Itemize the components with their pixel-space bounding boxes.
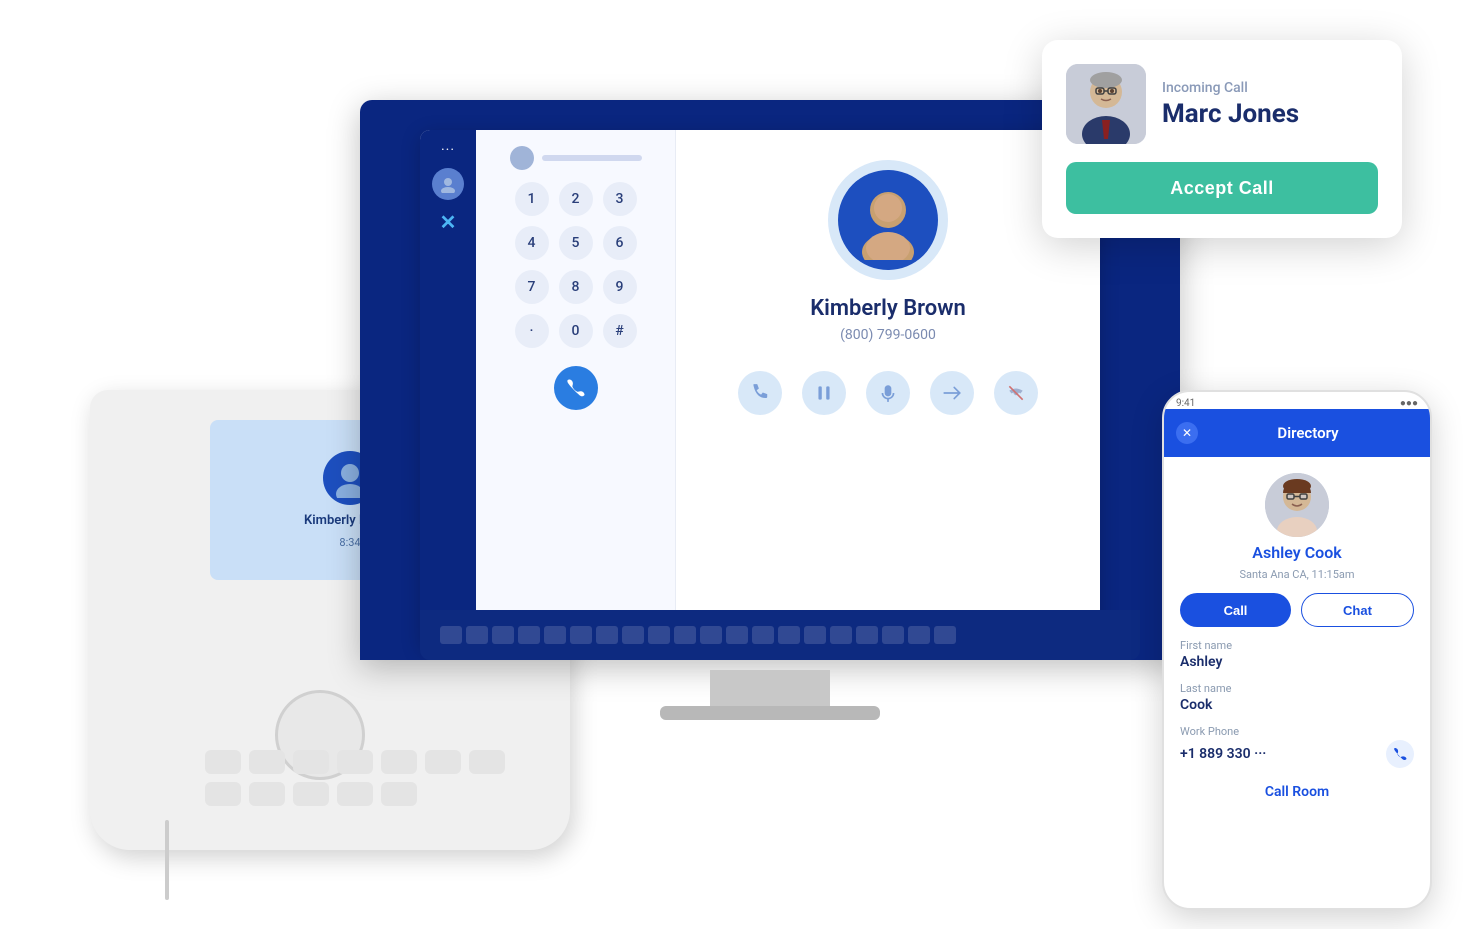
mobile-status-bar: 9:41 ●●● [1164,392,1430,409]
incoming-label: Incoming Call [1162,80,1299,96]
mute-icon[interactable] [866,371,910,415]
sidebar-logo: ✕ [440,210,457,234]
dial-key-2[interactable]: 2 [559,182,593,216]
last-name-value: Cook [1180,697,1414,713]
last-name-field: Last name Cook [1180,682,1414,713]
dial-key-8[interactable]: 8 [559,270,593,304]
call-action-icons [738,371,1038,415]
dial-key-3[interactable]: 3 [603,182,637,216]
accept-call-button[interactable]: Accept Call [1066,162,1378,214]
phone-cord [165,820,169,900]
dial-key-1[interactable]: 1 [515,182,549,216]
sidebar-avatar [432,168,464,200]
dial-call-button[interactable] [554,366,598,410]
work-phone-call-icon[interactable] [1386,740,1414,768]
phone-timer: 8:34 [339,536,360,549]
last-name-label: Last name [1180,682,1414,695]
mobile-app: 9:41 ●●● ✕ Directory [1162,390,1432,910]
sidebar-menu-dots[interactable]: ··· [441,142,455,158]
keyboard-row [440,626,956,644]
dial-key-hash[interactable]: # [603,314,637,348]
contact-avatar [838,170,938,270]
mobile-time: 9:41 [1176,398,1195,409]
popup-top: Incoming Call Marc Jones [1066,64,1378,144]
mobile-contact-avatar [1265,473,1329,537]
mobile-body: Ashley Cook Santa Ana CA, 11:15am Call C… [1164,457,1430,816]
contact-panel: Kimberly Brown (800) 799-0600 [676,130,1100,650]
dial-avatar [510,146,534,170]
phone-row: +1 889 330 ··· [1180,740,1414,768]
contact-name: Kimberly Brown [810,296,966,321]
dial-key-5[interactable]: 5 [559,226,593,260]
mobile-contact-name: Ashley Cook [1252,543,1341,562]
app-window: ··· ✕ 1 2 3 4 [420,130,1100,650]
dial-input-line [542,155,642,161]
contact-phone: (800) 799-0600 [840,327,936,343]
mobile-contact-card: Ashley Cook Santa Ana CA, 11:15am [1180,473,1414,581]
phone-icon[interactable] [738,371,782,415]
caller-name: Marc Jones [1162,100,1299,129]
dialpad-grid: 1 2 3 4 5 6 7 8 9 · 0 # [515,182,637,348]
dialpad-panel: 1 2 3 4 5 6 7 8 9 · 0 # [476,130,676,650]
mobile-header: ✕ Directory [1164,409,1430,457]
dial-key-7[interactable]: 7 [515,270,549,304]
caller-info: Incoming Call Marc Jones [1162,80,1299,129]
end-call-icon[interactable] [994,371,1038,415]
caller-avatar [1066,64,1146,144]
keyboard-bar [420,610,1140,660]
directory-title: Directory [1206,424,1410,442]
contact-avatar-ring [828,160,948,280]
mobile-contact-location: Santa Ana CA, 11:15am [1239,568,1354,581]
work-phone-value: +1 889 330 ··· [1180,746,1266,762]
first-name-value: Ashley [1180,654,1414,670]
work-phone-field: Work Phone +1 889 330 ··· [1180,725,1414,768]
work-phone-label: Work Phone [1180,725,1414,738]
mobile-signal: ●●● [1400,398,1418,409]
dial-key-4[interactable]: 4 [515,226,549,260]
dial-key-6[interactable]: 6 [603,226,637,260]
call-room-link[interactable]: Call Room [1180,780,1414,800]
hold-icon[interactable] [802,371,846,415]
mobile-call-button[interactable]: Call [1180,593,1291,627]
monitor-base [660,706,880,720]
first-name-label: First name [1180,639,1414,652]
dial-key-0[interactable]: 0 [559,314,593,348]
close-icon: ✕ [1182,426,1192,440]
app-sidebar: ··· ✕ [420,130,476,650]
dial-key-9[interactable]: 9 [603,270,637,304]
transfer-icon[interactable] [930,371,974,415]
first-name-field: First name Ashley [1180,639,1414,670]
phone-buttons [205,750,525,806]
dial-input-area [510,146,642,170]
mobile-action-buttons: Call Chat [1180,593,1414,627]
dial-key-dot[interactable]: · [515,314,549,348]
mobile-chat-button[interactable]: Chat [1301,593,1414,627]
incoming-call-popup: Incoming Call Marc Jones Accept Call [1042,40,1402,238]
mobile-close-button[interactable]: ✕ [1176,422,1198,444]
